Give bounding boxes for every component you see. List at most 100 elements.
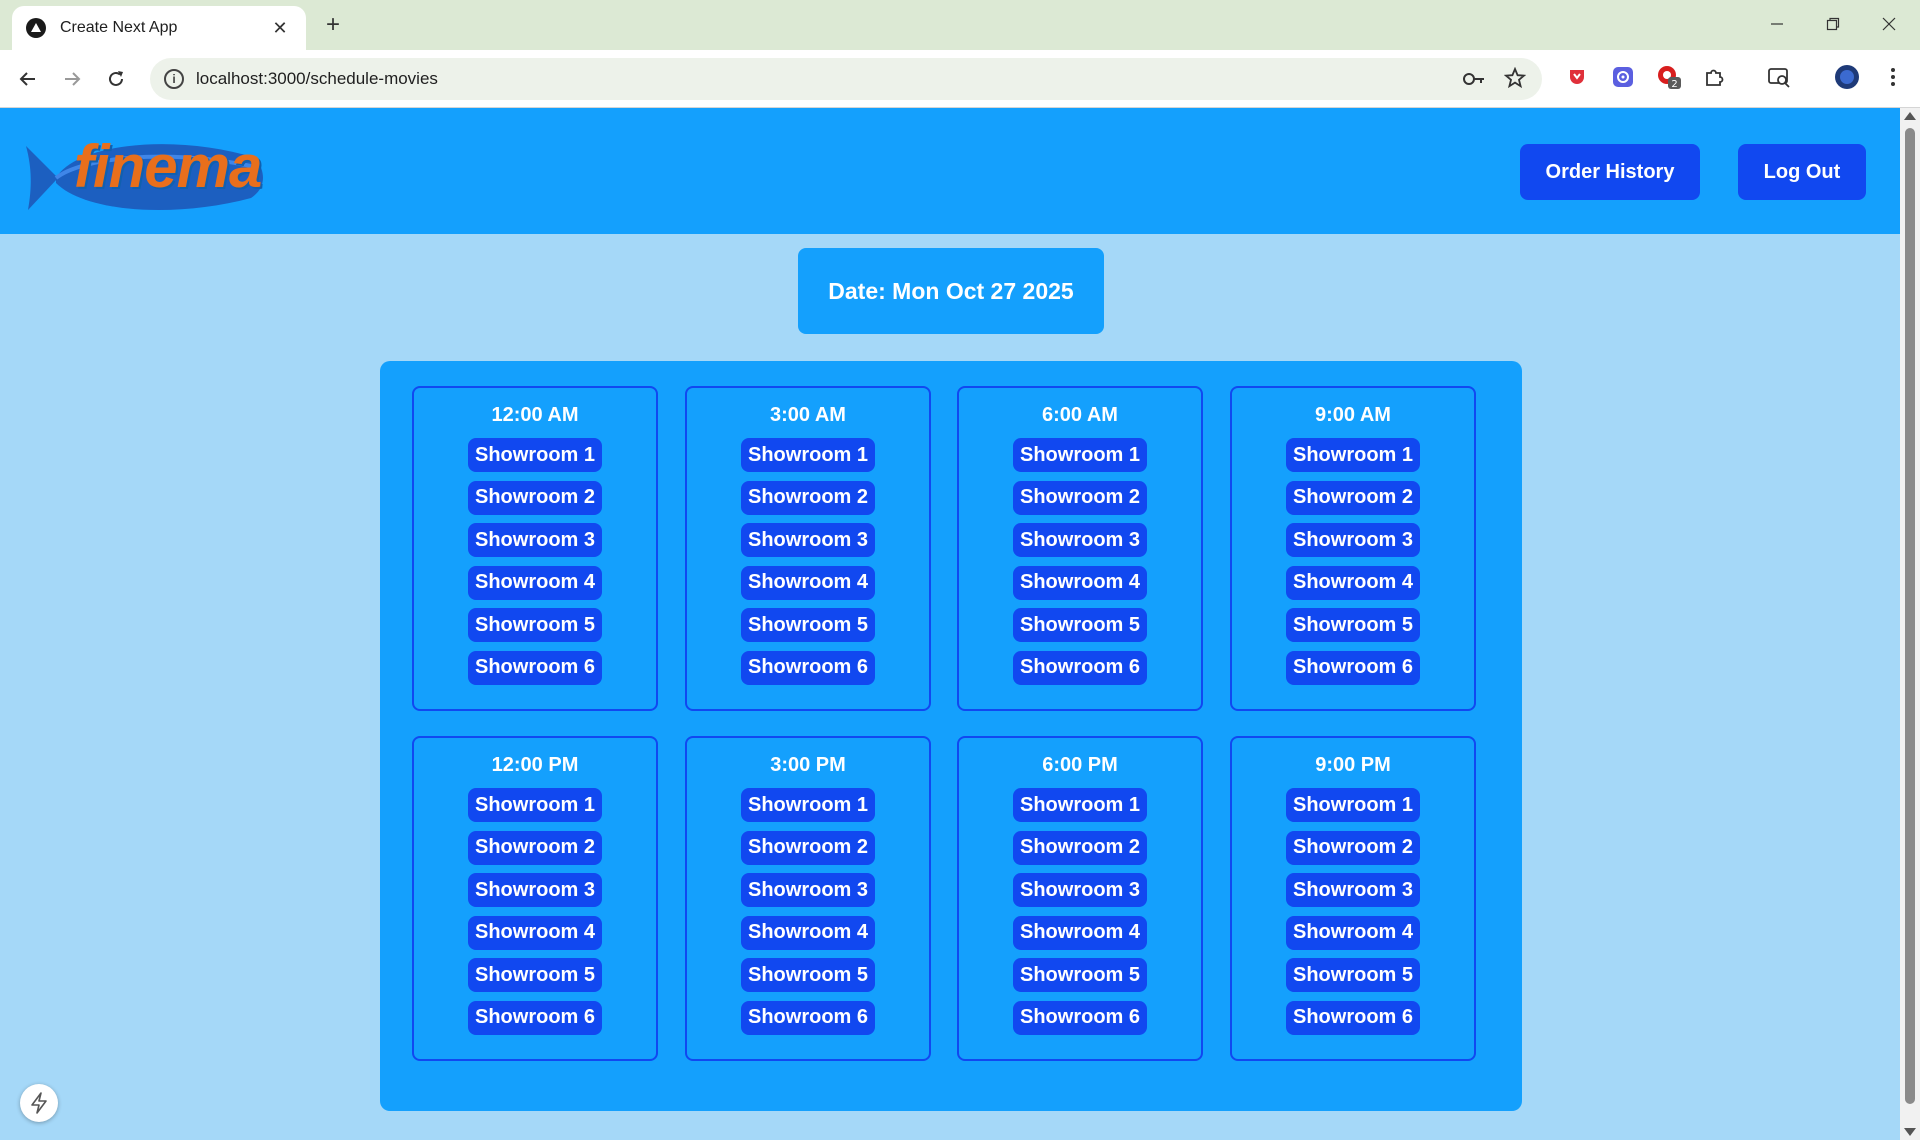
showroom-button[interactable]: Showroom 1	[741, 438, 875, 472]
url-text: localhost:3000/schedule-movies	[196, 69, 438, 88]
logo-text: finema	[74, 133, 262, 200]
showroom-button[interactable]: Showroom 6	[741, 650, 875, 685]
time-slot-label: 6:00 PM	[1042, 754, 1118, 776]
showroom-button[interactable]: Showroom 6	[1286, 650, 1420, 685]
browser-tab-bar: Create Next App ✕ +	[0, 0, 1920, 50]
scroll-thumb[interactable]	[1905, 128, 1915, 1104]
showroom-button[interactable]: Showroom 6	[468, 650, 602, 685]
showroom-button[interactable]: Showroom 1	[468, 438, 602, 472]
showroom-button[interactable]: Showroom 2	[1013, 830, 1147, 865]
time-slot-label: 12:00 AM	[491, 404, 579, 426]
site-info-icon[interactable]: i	[164, 69, 184, 89]
time-slot-card: 12:00 AM Showroom 1 Showroom 2 Showroom 3 Sh…	[412, 386, 658, 711]
browser-tab[interactable]: Create Next App ✕	[12, 6, 306, 50]
showroom-button[interactable]: Showroom 1	[1013, 438, 1147, 472]
showroom-button[interactable]: Showroom 6	[1013, 1000, 1147, 1035]
logout-button[interactable]: Log Out	[1738, 144, 1866, 200]
showroom-button[interactable]: Showroom 2	[1013, 480, 1147, 515]
showroom-button[interactable]: Showroom 6	[1286, 1000, 1420, 1035]
showroom-button[interactable]: Showroom 5	[468, 608, 602, 642]
scroll-down-arrow-icon[interactable]	[1904, 1128, 1916, 1136]
showroom-button[interactable]: Showroom 4	[741, 565, 875, 600]
new-tab-icon[interactable]: +	[318, 10, 348, 40]
time-slot-card: 6:00 AM Showroom 1 Showroom 2 Showroom 3 Sho…	[957, 386, 1203, 711]
showroom-button[interactable]: Showroom 2	[468, 830, 602, 865]
showroom-button[interactable]: Showroom 5	[1013, 958, 1147, 992]
showroom-button[interactable]: Showroom 4	[1013, 915, 1147, 950]
showroom-button[interactable]: Showroom 2	[468, 480, 602, 515]
showroom-button[interactable]: Showroom 3	[468, 523, 602, 557]
time-slot-label: 3:00 PM	[770, 754, 846, 776]
profile-avatar-icon[interactable]	[1834, 64, 1860, 90]
showroom-button[interactable]: Showroom 4	[1286, 915, 1420, 950]
showroom-button[interactable]: Showroom 2	[1286, 480, 1420, 515]
showroom-button[interactable]: Showroom 5	[468, 958, 602, 992]
showroom-button[interactable]: Showroom 3	[1286, 523, 1420, 557]
back-arrow-icon[interactable]	[12, 63, 44, 95]
showroom-button[interactable]: Showroom 4	[468, 915, 602, 950]
showroom-button[interactable]: Showroom 4	[1286, 565, 1420, 600]
window-close-icon[interactable]	[1866, 8, 1912, 40]
schedule-grid: 12:00 AM Showroom 1 Showroom 2 Showroom 3 Sh…	[380, 361, 1522, 1111]
showroom-button[interactable]: Showroom 4	[1013, 565, 1147, 600]
tab-close-icon[interactable]: ✕	[268, 18, 292, 39]
showroom-button[interactable]: Showroom 3	[1286, 873, 1420, 907]
more-menu-icon[interactable]	[1880, 64, 1906, 90]
showroom-button[interactable]: Showroom 1	[1013, 788, 1147, 822]
time-slot-label: 9:00 AM	[1315, 404, 1391, 426]
password-key-icon[interactable]	[1462, 68, 1486, 95]
showroom-button[interactable]: Showroom 1	[1286, 438, 1420, 472]
showroom-button[interactable]: Showroom 5	[1286, 958, 1420, 992]
showroom-button[interactable]: Showroom 3	[1013, 873, 1147, 907]
showroom-button[interactable]: Showroom 4	[468, 565, 602, 600]
showroom-button[interactable]: Showroom 2	[741, 480, 875, 515]
app-header: finema Order History Log Out	[0, 108, 1900, 234]
finema-logo[interactable]: finema	[26, 128, 266, 218]
date-display: Date: Mon Oct 27 2025	[798, 248, 1104, 334]
showroom-button[interactable]: Showroom 4	[741, 915, 875, 950]
time-slot-label: 12:00 PM	[491, 754, 579, 776]
showroom-button[interactable]: Showroom 2	[741, 830, 875, 865]
showroom-button[interactable]: Showroom 6	[468, 1000, 602, 1035]
puzzle-icon[interactable]	[1701, 64, 1727, 90]
showroom-button[interactable]: Showroom 5	[1013, 608, 1147, 642]
time-slot-card: 3:00 PM Showroom 1 Showroom 2 Showroom 3 Sho…	[685, 736, 931, 1061]
time-slot-label: 9:00 PM	[1315, 754, 1391, 776]
reload-icon[interactable]	[100, 63, 132, 95]
restore-icon[interactable]	[1810, 8, 1856, 40]
showroom-button[interactable]: Showroom 2	[1286, 830, 1420, 865]
showroom-button[interactable]: Showroom 3	[1013, 523, 1147, 557]
showroom-button[interactable]: Showroom 3	[741, 873, 875, 907]
gear-extension-icon[interactable]	[1610, 64, 1636, 90]
showroom-button[interactable]: Showroom 3	[468, 873, 602, 907]
minimize-icon[interactable]	[1754, 8, 1800, 40]
address-bar[interactable]: i localhost:3000/schedule-movies	[150, 58, 1542, 100]
bookmark-star-icon[interactable]	[1503, 66, 1527, 94]
showroom-button[interactable]: Showroom 1	[468, 788, 602, 822]
time-slot-card: 9:00 AM Showroom 1 Showroom 2 Showroom 3 Sho…	[1230, 386, 1476, 711]
time-slot-card: 9:00 PM Showroom 1 Showroom 2 Showroom 3 Sho…	[1230, 736, 1476, 1061]
forward-arrow-icon[interactable]	[56, 63, 88, 95]
showroom-button[interactable]: Showroom 6	[741, 1000, 875, 1035]
page-scrollbar[interactable]	[1900, 108, 1920, 1140]
nextjs-dev-indicator[interactable]	[20, 1084, 58, 1122]
scroll-up-arrow-icon[interactable]	[1904, 112, 1916, 120]
order-history-button[interactable]: Order History	[1520, 144, 1700, 200]
showroom-button[interactable]: Showroom 1	[1286, 788, 1420, 822]
showroom-button[interactable]: Showroom 5	[1286, 608, 1420, 642]
time-slot-label: 6:00 AM	[1042, 404, 1118, 426]
tab-search-icon[interactable]	[1766, 64, 1792, 90]
nextjs-favicon-icon	[26, 18, 46, 38]
showroom-button[interactable]: Showroom 5	[741, 958, 875, 992]
time-slot-label: 3:00 AM	[770, 404, 846, 426]
showroom-button[interactable]: Showroom 3	[741, 523, 875, 557]
lightning-icon	[31, 1092, 47, 1114]
blocker-extension-icon[interactable]: 2	[1656, 64, 1682, 90]
shield-extension-icon[interactable]	[1564, 64, 1590, 90]
time-slot-card: 6:00 PM Showroom 1 Showroom 2 Showroom 3 Sho…	[957, 736, 1203, 1061]
showroom-button[interactable]: Showroom 5	[741, 608, 875, 642]
tab-title: Create Next App	[60, 19, 178, 36]
showroom-button[interactable]: Showroom 6	[1013, 650, 1147, 685]
time-slot-card: 3:00 AM Showroom 1 Showroom 2 Showroom 3 Sho…	[685, 386, 931, 711]
showroom-button[interactable]: Showroom 1	[741, 788, 875, 822]
